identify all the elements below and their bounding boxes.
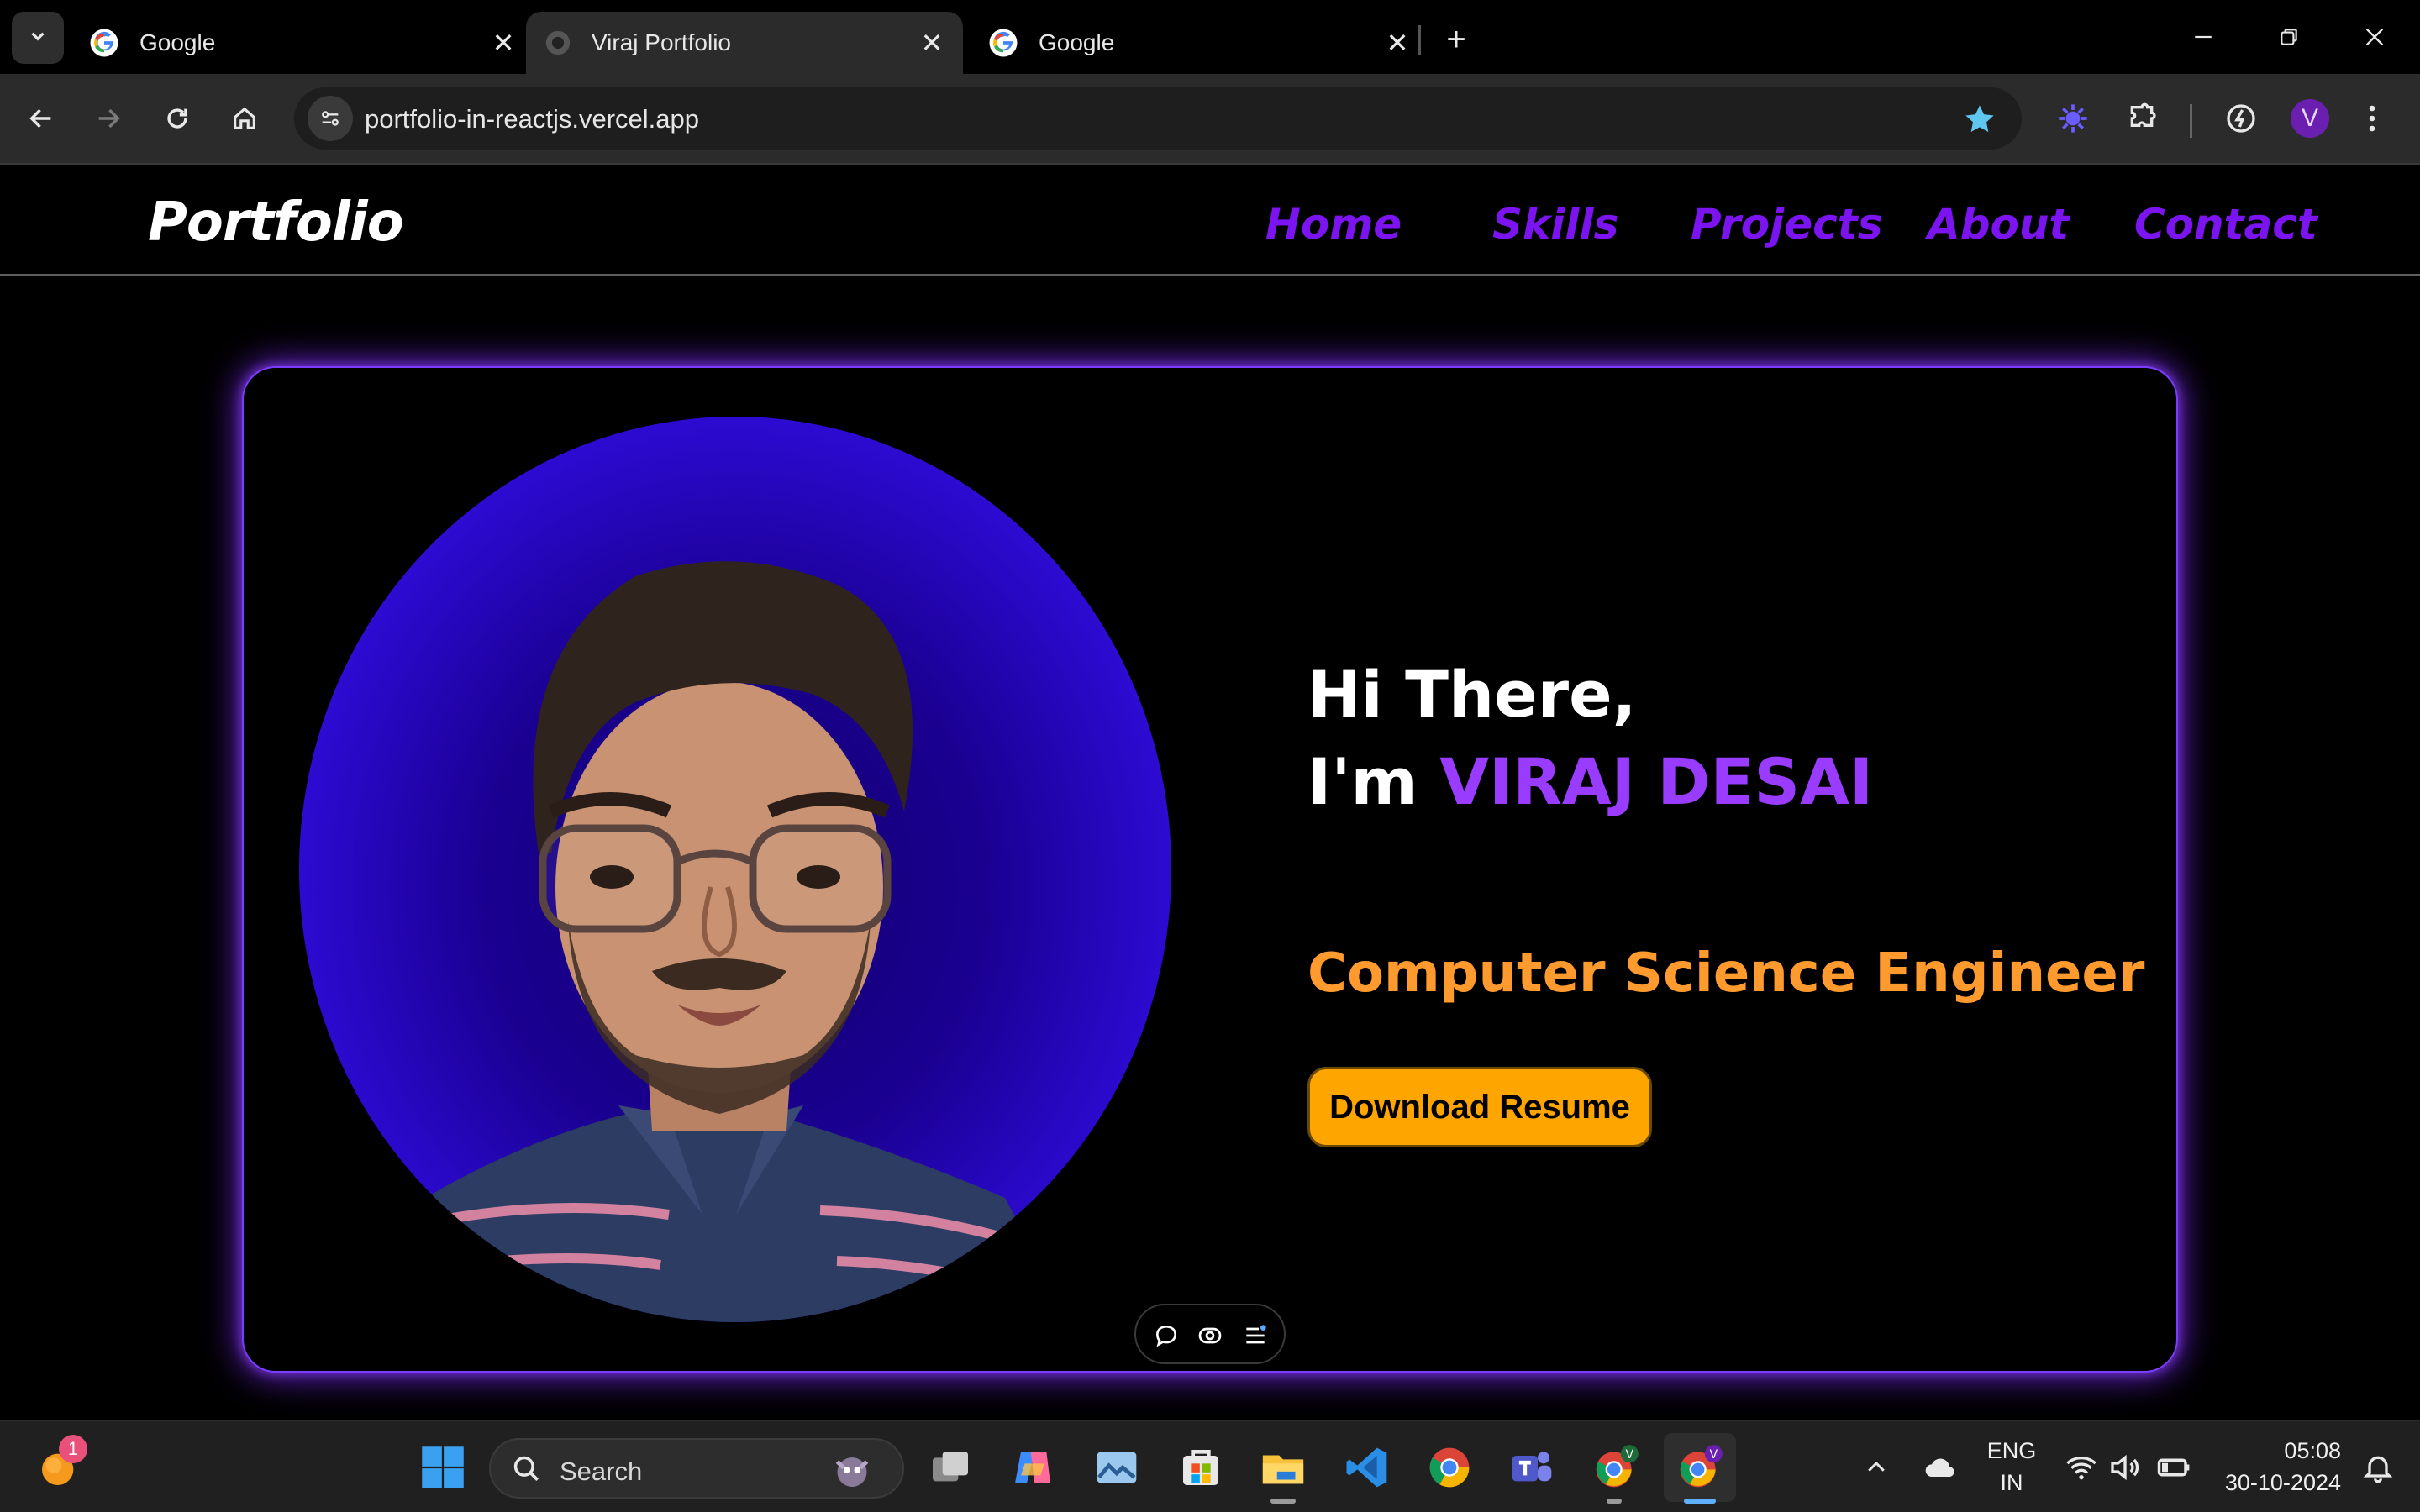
close-tab-icon[interactable]: ✕ [913, 24, 951, 62]
floating-toolbar [1134, 1304, 1286, 1364]
taskbar-search[interactable]: Search [489, 1438, 904, 1499]
svg-text:V: V [1626, 1448, 1634, 1462]
tab-google-1[interactable]: Google ✕ [81, 12, 518, 74]
explorer-running-indicator [1270, 1499, 1296, 1504]
forward-button[interactable] [79, 89, 138, 148]
hero-name: VIRAJ DESAI [1439, 744, 1874, 819]
tab-title: Google [1039, 29, 1115, 55]
chrome-running-indicator [1607, 1499, 1622, 1504]
view-eye-icon[interactable] [1195, 1320, 1225, 1351]
tab-viraj-portfolio[interactable]: Viraj Portfolio ✕ [526, 12, 963, 74]
battery-icon[interactable] [2151, 1440, 2196, 1495]
tab-title: Google [139, 29, 216, 55]
google-icon [988, 28, 1018, 58]
browser-toolbar: portfolio-in-reactjs.vercel.app V [0, 74, 2420, 163]
close-tab-icon[interactable]: ✕ [1378, 24, 1417, 62]
start-button[interactable] [415, 1440, 471, 1495]
hero-intro: I'm VIRAJ DESAI [1307, 744, 1873, 819]
profile-avatar[interactable]: V [2282, 91, 2338, 146]
performance-icon[interactable] [2213, 91, 2269, 146]
chevron-up-icon[interactable] [1854, 1440, 1899, 1495]
google-icon [89, 28, 119, 58]
tab-strip: Google ✕ Viraj Portfolio ✕ Google ✕ + [0, 0, 2420, 74]
svg-text:V: V [1710, 1448, 1718, 1462]
chrome-icon[interactable] [1422, 1440, 1477, 1495]
toolbar-divider [2190, 104, 2192, 138]
back-button[interactable] [12, 89, 71, 148]
address-bar[interactable]: portfolio-in-reactjs.vercel.app [294, 87, 2022, 150]
download-resume-button[interactable]: Download Resume [1307, 1067, 1652, 1147]
hero-role: Computer Science Engineer [1307, 942, 2145, 1005]
nav-home[interactable]: Home [1265, 200, 1402, 249]
restore-button[interactable] [2255, 12, 2323, 62]
bookmark-star-icon[interactable] [1963, 102, 1996, 140]
volume-icon[interactable] [2104, 1440, 2146, 1495]
chrome-active-window-icon[interactable]: V [1672, 1440, 1728, 1495]
notification-bell-icon[interactable] [2353, 1440, 2403, 1495]
nav-about[interactable]: About [1928, 200, 2069, 249]
tab-search-button[interactable] [12, 12, 64, 64]
nav-projects[interactable]: Projects [1691, 200, 1882, 249]
reload-button[interactable] [148, 89, 207, 148]
list-menu-icon[interactable] [1240, 1320, 1270, 1351]
active-app-indicator [1684, 1499, 1716, 1504]
new-tab-button[interactable]: + [1435, 18, 1477, 60]
tab-google-2[interactable]: Google ✕ [988, 12, 1408, 74]
search-icon [511, 1453, 543, 1489]
menu-kebab-icon[interactable] [2351, 91, 2393, 146]
extension-gear-icon[interactable] [2045, 91, 2101, 146]
site-favicon-icon [543, 28, 573, 58]
profile-initial: V [2291, 99, 2329, 138]
language-indicator-in[interactable]: IN [1985, 1470, 2039, 1496]
profile-photo [299, 417, 1171, 1322]
home-button[interactable] [215, 89, 274, 148]
copilot-icon[interactable] [1005, 1440, 1060, 1495]
notification-badge: 1 [59, 1435, 87, 1463]
nav-skills[interactable]: Skills [1492, 200, 1618, 249]
site-brand[interactable]: Portfolio [148, 192, 404, 254]
profile-portrait-illustration [366, 561, 1072, 1322]
vscode-icon[interactable] [1339, 1440, 1395, 1495]
hero-intro-prefix: I'm [1307, 744, 1440, 819]
teams-icon[interactable] [1504, 1440, 1560, 1495]
file-explorer-icon[interactable] [1255, 1440, 1311, 1495]
photos-icon[interactable] [1089, 1440, 1144, 1495]
search-placeholder: Search [560, 1457, 643, 1486]
onedrive-cloud-icon[interactable] [1916, 1440, 1966, 1495]
microsoft-store-icon[interactable] [1173, 1440, 1228, 1495]
wifi-icon[interactable] [2060, 1440, 2102, 1495]
site-navbar: Portfolio Home Skills Projects About Con… [0, 165, 2420, 276]
minimize-button[interactable] [2170, 12, 2237, 62]
task-view-icon[interactable] [923, 1440, 978, 1495]
language-indicator-eng[interactable]: ENG [1985, 1438, 2039, 1464]
close-window-button[interactable] [2341, 12, 2408, 62]
clock-date[interactable]: 30-10-2024 [2210, 1470, 2341, 1496]
nav-contact[interactable]: Contact [2134, 200, 2317, 249]
extensions-puzzle-icon[interactable] [2114, 91, 2170, 146]
chevron-down-icon [27, 25, 49, 51]
windows-taskbar: 1 Search V V ENG IN 05:08 30-10-2024 [0, 1420, 2420, 1512]
chrome-profile-v-icon[interactable]: V [1588, 1440, 1644, 1495]
close-tab-icon[interactable]: ✕ [484, 24, 523, 62]
clock-time[interactable]: 05:08 [2210, 1438, 2341, 1464]
url-text: portfolio-in-reactjs.vercel.app [365, 104, 700, 134]
comment-icon[interactable] [1151, 1320, 1181, 1351]
search-highlight-icon [827, 1445, 877, 1499]
site-info-icon[interactable] [308, 96, 353, 141]
tab-divider [1418, 25, 1421, 55]
tab-title: Viraj Portfolio [592, 29, 732, 55]
hero-greeting: Hi There, [1307, 657, 1637, 732]
